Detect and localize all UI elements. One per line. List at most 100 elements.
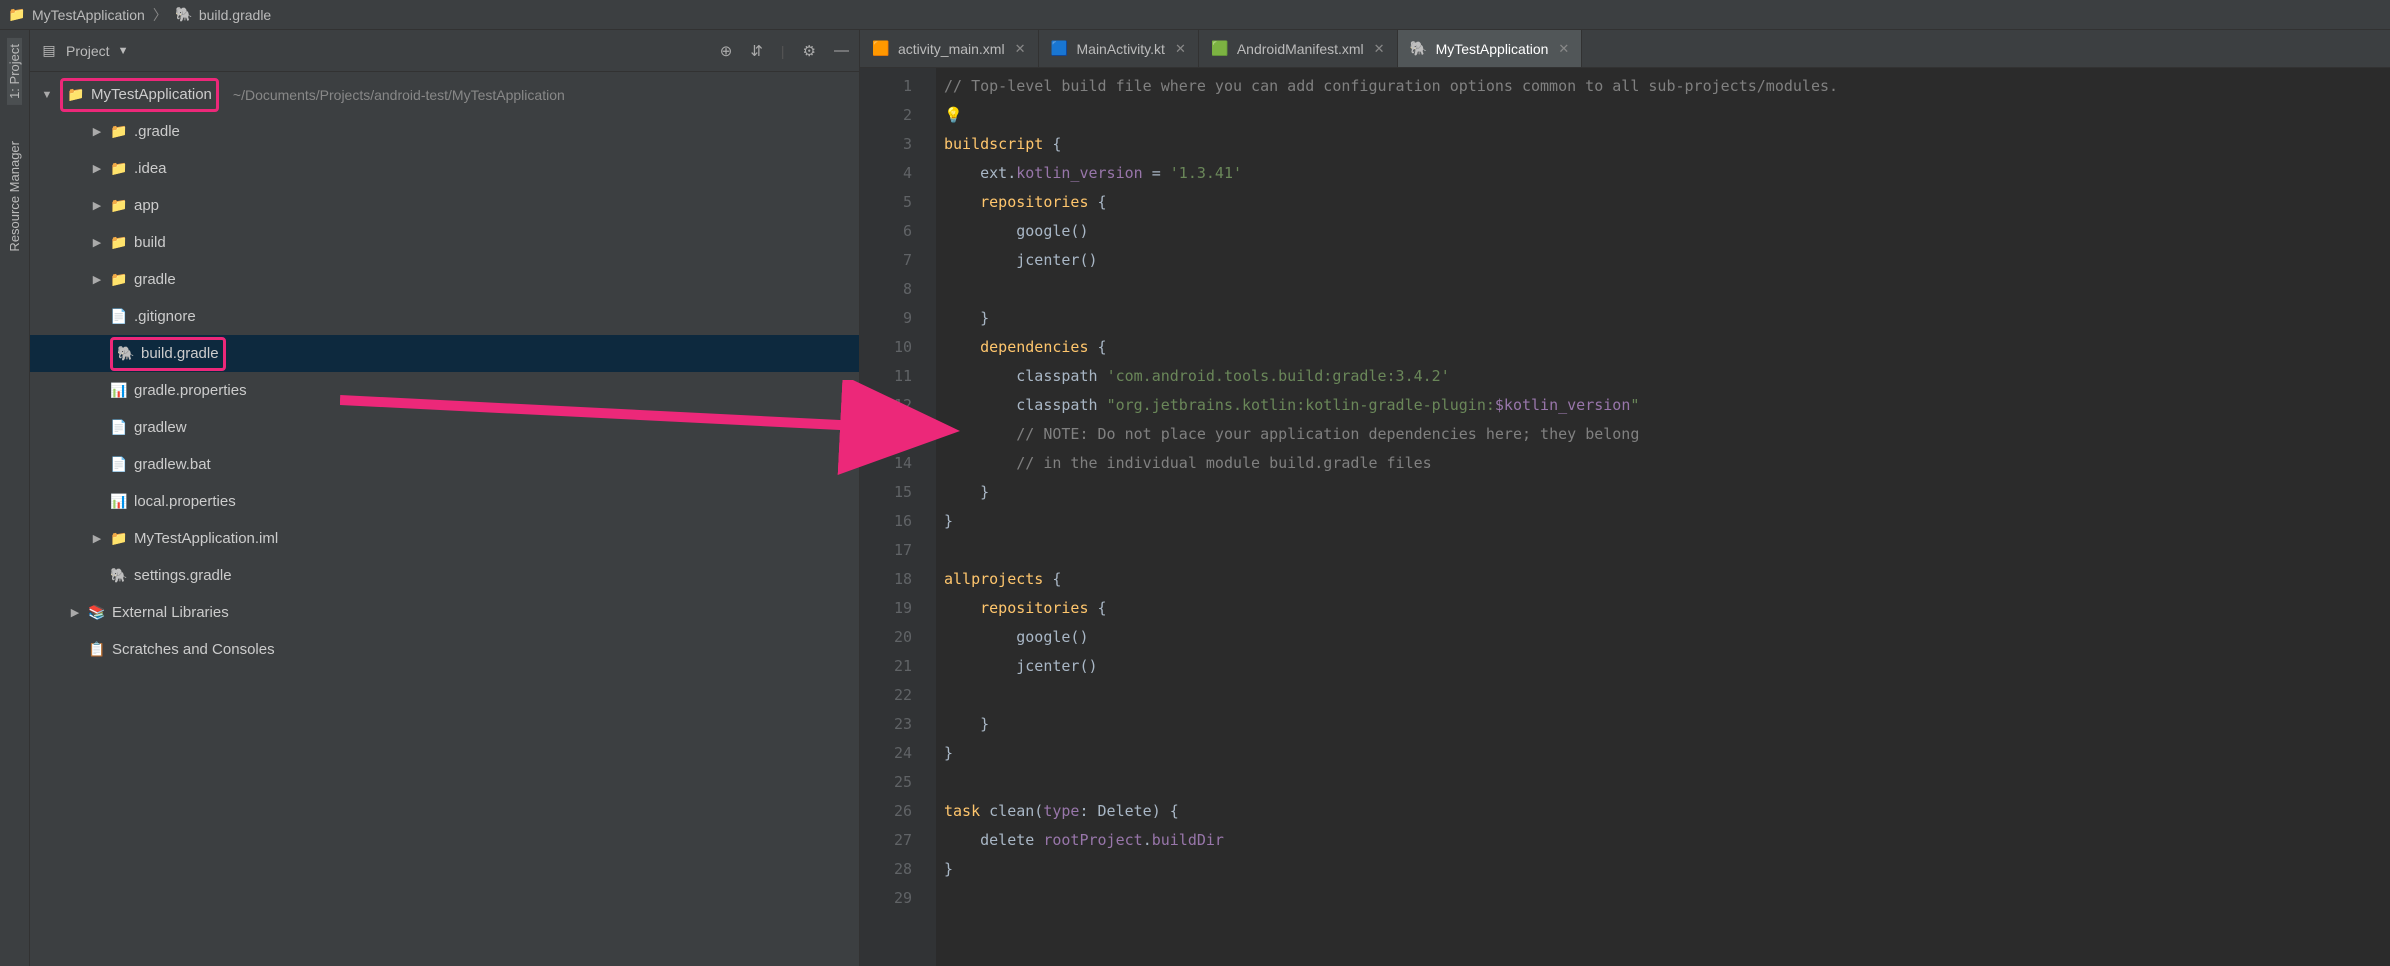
- line-number[interactable]: 18: [860, 565, 912, 594]
- code-line[interactable]: allprojects {: [944, 565, 2382, 594]
- code-line[interactable]: classpath "org.jetbrains.kotlin:kotlin-g…: [944, 391, 2382, 420]
- tree-item[interactable]: 📄.gitignore: [30, 298, 859, 335]
- code-line[interactable]: // Top-level build file where you can ad…: [944, 72, 2382, 101]
- rail-project[interactable]: 1: Project: [7, 38, 22, 105]
- expand-icon[interactable]: ▶: [90, 532, 104, 545]
- gear-icon[interactable]: ⚙: [803, 42, 816, 60]
- code-line[interactable]: ext.kotlin_version = '1.3.41': [944, 159, 2382, 188]
- code-editor[interactable]: // Top-level build file where you can ad…: [936, 68, 2390, 966]
- code-line[interactable]: [944, 768, 2382, 797]
- line-number[interactable]: 3: [860, 130, 912, 159]
- line-number[interactable]: 10: [860, 333, 912, 362]
- line-number[interactable]: 11: [860, 362, 912, 391]
- code-line[interactable]: [944, 884, 2382, 913]
- expand-icon[interactable]: ▶: [90, 236, 104, 249]
- line-number[interactable]: 27: [860, 826, 912, 855]
- expand-icon[interactable]: ▶: [90, 273, 104, 286]
- line-number[interactable]: 1: [860, 72, 912, 101]
- line-number[interactable]: 7: [860, 246, 912, 275]
- tree-item[interactable]: 📄gradlew: [30, 409, 859, 446]
- code-line[interactable]: buildscript {: [944, 130, 2382, 159]
- line-number[interactable]: 29: [860, 884, 912, 913]
- tree-root[interactable]: ▼ 📁 MyTestApplication ~/Documents/Projec…: [30, 76, 859, 113]
- tree-item[interactable]: 🐘settings.gradle: [30, 557, 859, 594]
- tree-item[interactable]: 📄gradlew.bat: [30, 446, 859, 483]
- line-number[interactable]: 6: [860, 217, 912, 246]
- tree-item[interactable]: 🐘build.gradle: [30, 335, 859, 372]
- code-line[interactable]: }: [944, 507, 2382, 536]
- line-number[interactable]: 15: [860, 478, 912, 507]
- line-number[interactable]: 13: [860, 420, 912, 449]
- tree-item[interactable]: 📊gradle.properties: [30, 372, 859, 409]
- code-line[interactable]: [944, 275, 2382, 304]
- line-number[interactable]: 5: [860, 188, 912, 217]
- chevron-down-icon[interactable]: ▼: [118, 45, 129, 57]
- line-number[interactable]: 28: [860, 855, 912, 884]
- expand-icon[interactable]: ▶: [90, 199, 104, 212]
- line-number[interactable]: 20: [860, 623, 912, 652]
- minimize-icon[interactable]: —: [834, 42, 849, 59]
- close-icon[interactable]: ✕: [1175, 41, 1186, 57]
- line-number[interactable]: 4: [860, 159, 912, 188]
- code-line[interactable]: // NOTE: Do not place your application d…: [944, 420, 2382, 449]
- code-line[interactable]: google(): [944, 623, 2382, 652]
- editor-tab[interactable]: 🟧 activity_main.xml ✕: [860, 30, 1039, 67]
- code-line[interactable]: task clean(type: Delete) {: [944, 797, 2382, 826]
- breadcrumb-file[interactable]: 🐘 build.gradle: [175, 6, 271, 24]
- expand-icon[interactable]: ▶: [90, 162, 104, 175]
- target-icon[interactable]: ⊕: [720, 42, 733, 60]
- code-line[interactable]: 💡: [944, 101, 2382, 130]
- tree-item[interactable]: ▶📁gradle: [30, 261, 859, 298]
- code-line[interactable]: jcenter(): [944, 652, 2382, 681]
- line-number[interactable]: 21: [860, 652, 912, 681]
- tree-item[interactable]: ▶📁build: [30, 224, 859, 261]
- line-number[interactable]: 22: [860, 681, 912, 710]
- close-icon[interactable]: ✕: [1015, 41, 1026, 57]
- code-line[interactable]: // in the individual module build.gradle…: [944, 449, 2382, 478]
- editor-gutter[interactable]: 1234567891011121314151617181920212223242…: [860, 68, 936, 966]
- code-line[interactable]: delete rootProject.buildDir: [944, 826, 2382, 855]
- close-icon[interactable]: ✕: [1374, 41, 1385, 57]
- expand-icon[interactable]: ▶: [90, 125, 104, 138]
- line-number[interactable]: 17: [860, 536, 912, 565]
- line-number[interactable]: 9: [860, 304, 912, 333]
- project-tree[interactable]: ▼ 📁 MyTestApplication ~/Documents/Projec…: [30, 72, 859, 966]
- code-line[interactable]: [944, 536, 2382, 565]
- line-number[interactable]: 2: [860, 101, 912, 130]
- tree-item[interactable]: ▶📁.gradle: [30, 113, 859, 150]
- code-line[interactable]: }: [944, 855, 2382, 884]
- line-number[interactable]: 23: [860, 710, 912, 739]
- editor-tab[interactable]: 🟦 MainActivity.kt ✕: [1039, 30, 1199, 67]
- code-line[interactable]: jcenter(): [944, 246, 2382, 275]
- line-number[interactable]: 25: [860, 768, 912, 797]
- expand-icon[interactable]: ▶: [68, 606, 82, 619]
- code-line[interactable]: repositories {: [944, 594, 2382, 623]
- code-line[interactable]: repositories {: [944, 188, 2382, 217]
- code-line[interactable]: }: [944, 304, 2382, 333]
- tree-item[interactable]: ▶📁app: [30, 187, 859, 224]
- line-number[interactable]: 8: [860, 275, 912, 304]
- code-line[interactable]: google(): [944, 217, 2382, 246]
- expand-icon[interactable]: ▼: [40, 89, 54, 101]
- tree-item[interactable]: ▶📁.idea: [30, 150, 859, 187]
- tree-item[interactable]: ▶📁MyTestApplication.iml: [30, 520, 859, 557]
- scratches-consoles[interactable]: 📋Scratches and Consoles: [30, 631, 859, 668]
- rail-resource-manager[interactable]: Resource Manager: [7, 135, 22, 258]
- editor-tab[interactable]: 🟩 AndroidManifest.xml ✕: [1199, 30, 1398, 67]
- code-line[interactable]: classpath 'com.android.tools.build:gradl…: [944, 362, 2382, 391]
- tree-item[interactable]: 📊local.properties: [30, 483, 859, 520]
- external-libraries[interactable]: ▶📚External Libraries: [30, 594, 859, 631]
- code-line[interactable]: dependencies {: [944, 333, 2382, 362]
- code-line[interactable]: }: [944, 739, 2382, 768]
- code-line[interactable]: }: [944, 710, 2382, 739]
- breadcrumb-root[interactable]: 📁 MyTestApplication: [8, 6, 145, 24]
- line-number[interactable]: 16: [860, 507, 912, 536]
- code-line[interactable]: }: [944, 478, 2382, 507]
- line-number[interactable]: 12: [860, 391, 912, 420]
- code-line[interactable]: [944, 681, 2382, 710]
- collapse-icon[interactable]: ⇵: [750, 42, 763, 60]
- editor-tab[interactable]: 🐘 MyTestApplication ✕: [1398, 30, 1583, 67]
- line-number[interactable]: ▶26: [860, 797, 912, 826]
- line-number[interactable]: 14: [860, 449, 912, 478]
- close-icon[interactable]: ✕: [1558, 41, 1569, 57]
